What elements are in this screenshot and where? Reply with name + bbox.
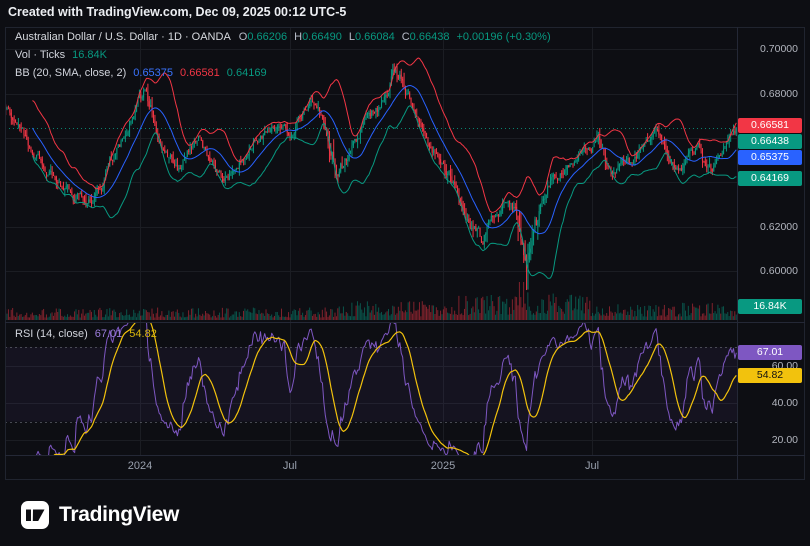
- volume-value: 16.84K: [72, 49, 107, 61]
- symbol-title: Australian Dollar / U.S. Dollar · 1D · O…: [15, 31, 231, 43]
- time-scale[interactable]: [5, 455, 737, 480]
- price-scale[interactable]: [737, 27, 805, 455]
- close-label: C: [402, 31, 410, 43]
- bb-basis-value: 0.65375: [133, 67, 173, 79]
- open-value: 0.66206: [247, 31, 287, 43]
- bb-lower-value: 0.64169: [227, 67, 267, 79]
- open-ohlc: O0.66206: [239, 31, 287, 43]
- high-label: H: [294, 31, 302, 43]
- close-ohlc: C0.66438: [402, 31, 450, 43]
- high-value: 0.66490: [302, 31, 342, 43]
- brand-wordmark: TradingView: [59, 503, 179, 527]
- tradingview-brand-link[interactable]: TradingView: [20, 500, 179, 530]
- change-value: +0.00196 (+0.30%): [456, 31, 550, 43]
- chart-frame: [5, 27, 805, 480]
- tradingview-snapshot: Created with TradingView.com, Dec 09, 20…: [0, 0, 810, 546]
- rsi-legend[interactable]: RSI (14, close) 67.01 54.82: [15, 328, 157, 340]
- pane-separator[interactable]: [5, 322, 805, 323]
- symbol-legend[interactable]: Australian Dollar / U.S. Dollar · 1D · O…: [15, 31, 551, 43]
- volume-label: Vol · Ticks: [15, 49, 65, 61]
- attribution-text: Created with TradingView.com, Dec 09, 20…: [8, 5, 346, 19]
- high-ohlc: H0.66490: [294, 31, 342, 43]
- low-ohlc: L0.66084: [349, 31, 395, 43]
- tradingview-logo-icon: [20, 500, 50, 530]
- low-value: 0.66084: [355, 31, 395, 43]
- bb-label: BB (20, SMA, close, 2): [15, 67, 126, 79]
- rsi-value: 67.01: [95, 328, 123, 340]
- open-label: O: [239, 31, 248, 43]
- bb-legend[interactable]: BB (20, SMA, close, 2) 0.65375 0.66581 0…: [15, 67, 267, 79]
- rsi-label: RSI (14, close): [15, 328, 88, 340]
- close-value: 0.66438: [410, 31, 450, 43]
- volume-legend[interactable]: Vol · Ticks 16.84K: [15, 49, 107, 61]
- rsi-ma-value: 54.82: [129, 328, 157, 340]
- bb-upper-value: 0.66581: [180, 67, 220, 79]
